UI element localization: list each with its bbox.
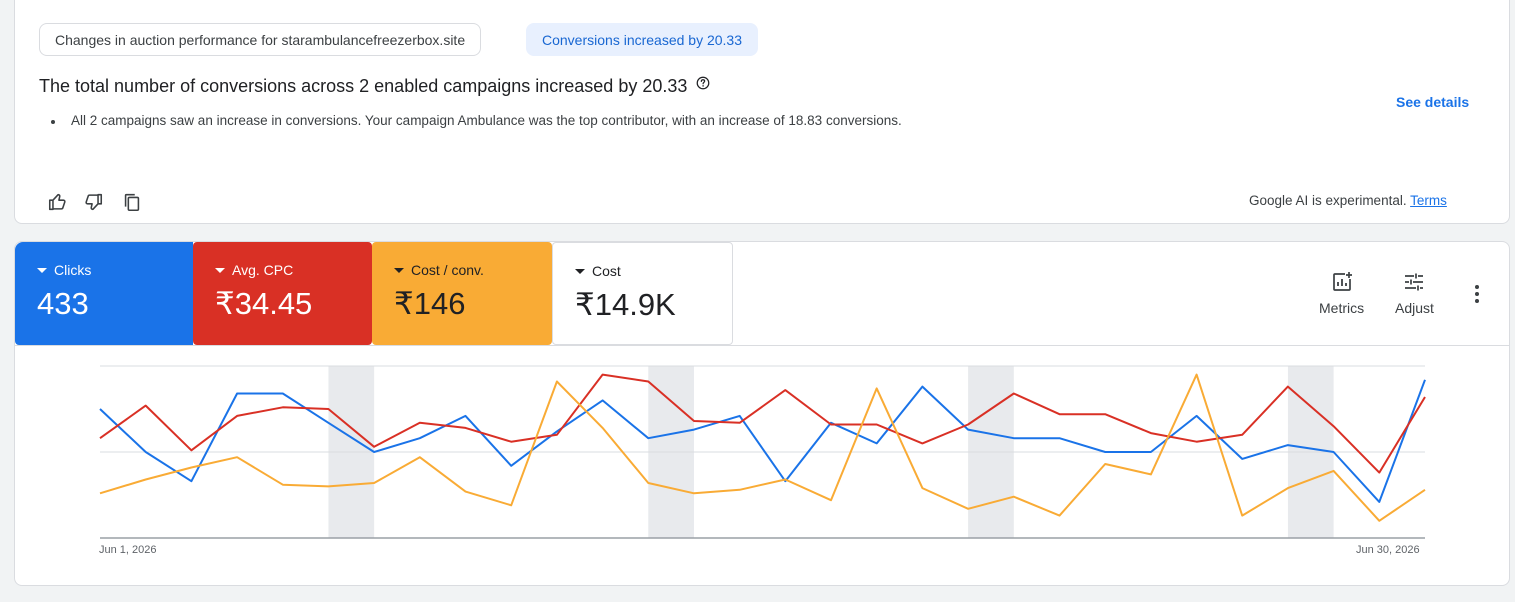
metric-label-text: Avg. CPC: [232, 262, 294, 278]
conversions-chip[interactable]: Conversions increased by 20.33: [526, 23, 759, 56]
help-icon[interactable]: [696, 76, 710, 90]
caret-down-icon: [215, 267, 225, 273]
metrics-button-label: Metrics: [1319, 300, 1365, 316]
insight-bullet: All 2 campaigns saw an increase in conve…: [51, 113, 902, 128]
metric-tile-cost-per-conv[interactable]: Cost / conv. ₹146: [372, 242, 552, 345]
adjust-button[interactable]: Adjust: [1395, 270, 1434, 316]
x-axis-start-label: Jun 1, 2026: [99, 544, 157, 556]
terms-link[interactable]: Terms: [1410, 193, 1447, 208]
metric-label-text: Cost: [592, 263, 621, 279]
metric-label-text: Clicks: [54, 262, 92, 278]
metric-tile-clicks[interactable]: Clicks 433: [15, 242, 193, 345]
caret-down-icon: [37, 267, 47, 273]
insight-bullet-text: All 2 campaigns saw an increase in conve…: [71, 113, 902, 128]
thumb-up-icon[interactable]: [47, 191, 69, 213]
metric-tile-avg-cpc[interactable]: Avg. CPC ₹34.45: [193, 242, 372, 345]
metric-label: Cost: [575, 263, 732, 279]
thumb-down-icon[interactable]: [82, 191, 104, 213]
metric-label-text: Cost / conv.: [411, 262, 484, 278]
metric-value: ₹146: [394, 286, 466, 321]
see-details-link[interactable]: See details: [1396, 94, 1469, 110]
caret-down-icon: [575, 268, 585, 274]
adjust-sliders-icon: [1405, 273, 1424, 291]
more-vert-icon[interactable]: [1467, 283, 1487, 305]
ai-experimental-note: Google AI is experimental. Terms: [1249, 193, 1447, 208]
metrics-button[interactable]: Metrics: [1319, 270, 1364, 316]
adjust-button-label: Adjust: [1395, 300, 1434, 316]
metric-tile-cost[interactable]: Cost ₹14.9K: [552, 242, 733, 345]
series-line-0: [99, 379, 1426, 503]
series-line-1: [99, 373, 1426, 474]
insight-title-text: The total number of conversions across 2…: [39, 76, 688, 96]
ai-note-text: Google AI is experimental.: [1249, 193, 1407, 208]
metric-label: Avg. CPC: [215, 262, 372, 278]
insight-title: The total number of conversions across 2…: [39, 76, 710, 97]
metric-label: Cost / conv.: [394, 262, 552, 278]
caret-down-icon: [394, 267, 404, 273]
metric-label: Clicks: [37, 262, 193, 278]
metric-value: 433: [37, 286, 89, 321]
x-axis-end-label: Jun 30, 2026: [1356, 544, 1420, 556]
metric-value: ₹14.9K: [575, 287, 676, 322]
metrics-add-icon: [1332, 272, 1352, 291]
performance-line-chart: [99, 365, 1426, 539]
metric-value: ₹34.45: [215, 286, 313, 321]
copy-icon[interactable]: [121, 191, 143, 213]
auction-performance-chip[interactable]: Changes in auction performance for stara…: [39, 23, 482, 56]
